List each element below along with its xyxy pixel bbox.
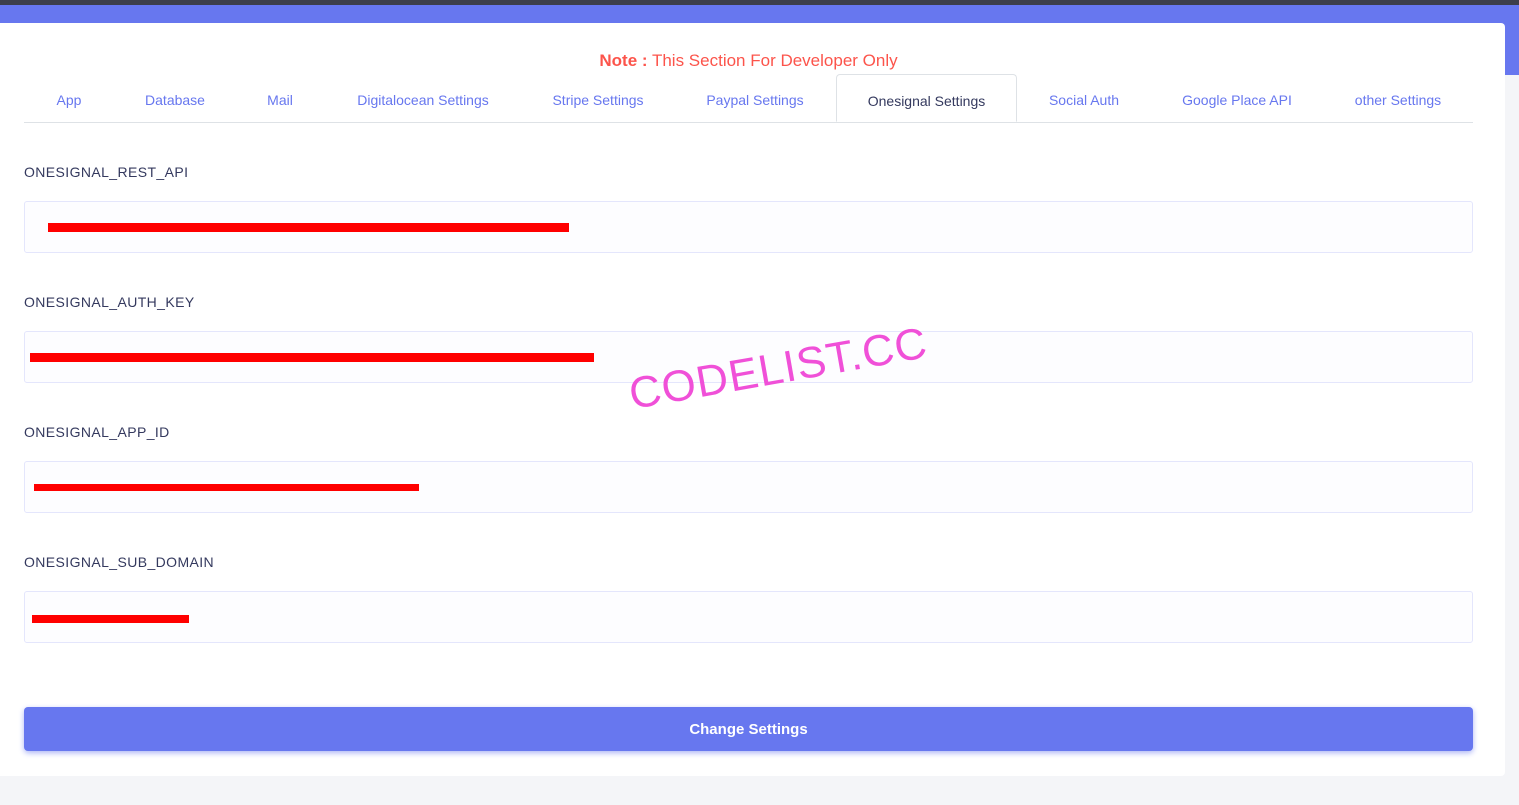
tab-other-settings[interactable]: other Settings	[1334, 74, 1462, 122]
redaction-mark	[48, 223, 569, 232]
redaction-mark	[34, 484, 419, 491]
tab-google-place-api[interactable]: Google Place API	[1164, 74, 1310, 122]
tab-database[interactable]: Database	[124, 74, 226, 122]
developer-note: Note : This Section For Developer Only	[0, 51, 1497, 71]
onesignal-sub-domain-label: ONESIGNAL_SUB_DOMAIN	[24, 554, 215, 570]
onesignal-sub-domain-input[interactable]	[24, 591, 1473, 643]
change-settings-button[interactable]: Change Settings	[24, 707, 1473, 751]
settings-card: Note : This Section For Developer Only A…	[0, 23, 1505, 776]
tab-onesignal-settings[interactable]: Onesignal Settings	[836, 74, 1017, 122]
settings-tabs: App Database Mail Digitalocean Settings …	[24, 74, 1473, 123]
onesignal-auth-key-label: ONESIGNAL_AUTH_KEY	[24, 294, 195, 310]
tab-digitalocean-settings[interactable]: Digitalocean Settings	[340, 74, 506, 122]
onesignal-app-id-label: ONESIGNAL_APP_ID	[24, 424, 170, 440]
tab-app[interactable]: App	[24, 74, 114, 122]
tab-social-auth[interactable]: Social Auth	[1034, 74, 1134, 122]
onesignal-rest-api-label: ONESIGNAL_REST_API	[24, 164, 189, 180]
tab-mail[interactable]: Mail	[244, 74, 316, 122]
redaction-mark	[32, 615, 189, 623]
tab-paypal-settings[interactable]: Paypal Settings	[690, 74, 820, 122]
redaction-mark	[30, 353, 594, 362]
note-prefix: Note :	[599, 51, 648, 70]
note-text: This Section For Developer Only	[647, 51, 898, 70]
page-background-right	[1505, 75, 1519, 805]
tab-stripe-settings[interactable]: Stripe Settings	[534, 74, 662, 122]
